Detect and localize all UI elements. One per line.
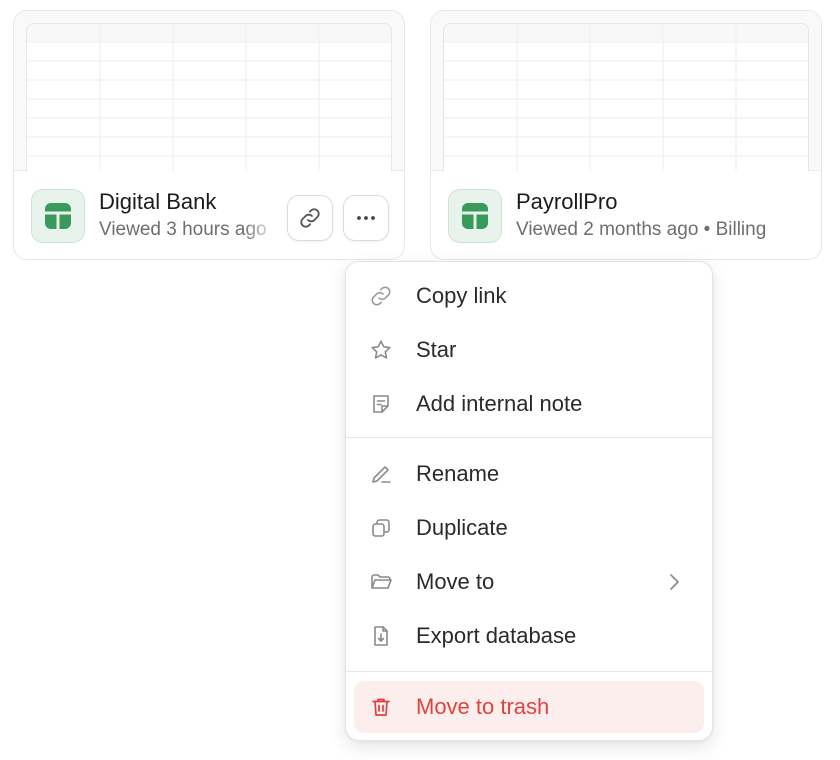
menu-item-copy-link[interactable]: Copy link (354, 272, 704, 320)
chevron-right-icon (662, 570, 686, 594)
spreadsheet-icon (31, 189, 85, 243)
menu-item-duplicate[interactable]: Duplicate (354, 504, 704, 552)
card-title: PayrollPro (516, 189, 618, 214)
link-icon (368, 283, 394, 309)
copy-link-button[interactable] (287, 195, 333, 241)
folder-icon (368, 569, 394, 595)
menu-item-label: Export database (416, 623, 577, 648)
star-icon (368, 337, 394, 363)
export-file-icon (368, 623, 394, 649)
trash-icon (368, 694, 394, 720)
menu-item-label: Add internal note (416, 391, 583, 416)
menu-item-move-to[interactable]: Move to (354, 558, 704, 606)
menu-item-export-database[interactable]: Export database (354, 612, 704, 660)
note-icon (368, 391, 394, 417)
menu-item-label: Duplicate (416, 515, 508, 540)
link-icon (300, 208, 320, 228)
card-title: Digital Bank (99, 189, 217, 214)
menu-divider (346, 437, 712, 438)
file-card-payrollpro[interactable]: PayrollPro Viewed 2 months ago • Billing (430, 10, 822, 260)
menu-item-star[interactable]: Star (354, 326, 704, 374)
menu-item-label: Move to (416, 569, 495, 594)
menu-item-label: Copy link (416, 283, 507, 308)
card-subtitle: Viewed 2 months ago • Billing (516, 219, 767, 240)
menu-item-label: Star (416, 337, 457, 362)
context-menu: Copy link Star Add internal note Rename … (345, 261, 713, 741)
card-subtitle: Viewed 3 hours ago (99, 219, 267, 240)
spreadsheet-preview (26, 23, 392, 171)
more-options-button[interactable] (343, 195, 389, 241)
file-card-digital-bank[interactable]: Digital Bank Viewed 3 hours ago (13, 10, 405, 260)
card-thumbnail (431, 11, 821, 171)
menu-item-label: Rename (416, 461, 500, 486)
spreadsheet-icon (448, 189, 502, 243)
menu-divider (346, 671, 712, 672)
menu-item-label: Move to trash (416, 694, 550, 719)
duplicate-icon (368, 515, 394, 541)
menu-item-move-to-trash[interactable]: Move to trash (354, 681, 704, 733)
pencil-icon (368, 461, 394, 487)
menu-item-rename[interactable]: Rename (354, 450, 704, 498)
more-horizontal-icon (357, 216, 375, 220)
spreadsheet-preview (443, 23, 809, 171)
card-thumbnail (14, 11, 404, 171)
menu-item-add-internal-note[interactable]: Add internal note (354, 380, 704, 428)
